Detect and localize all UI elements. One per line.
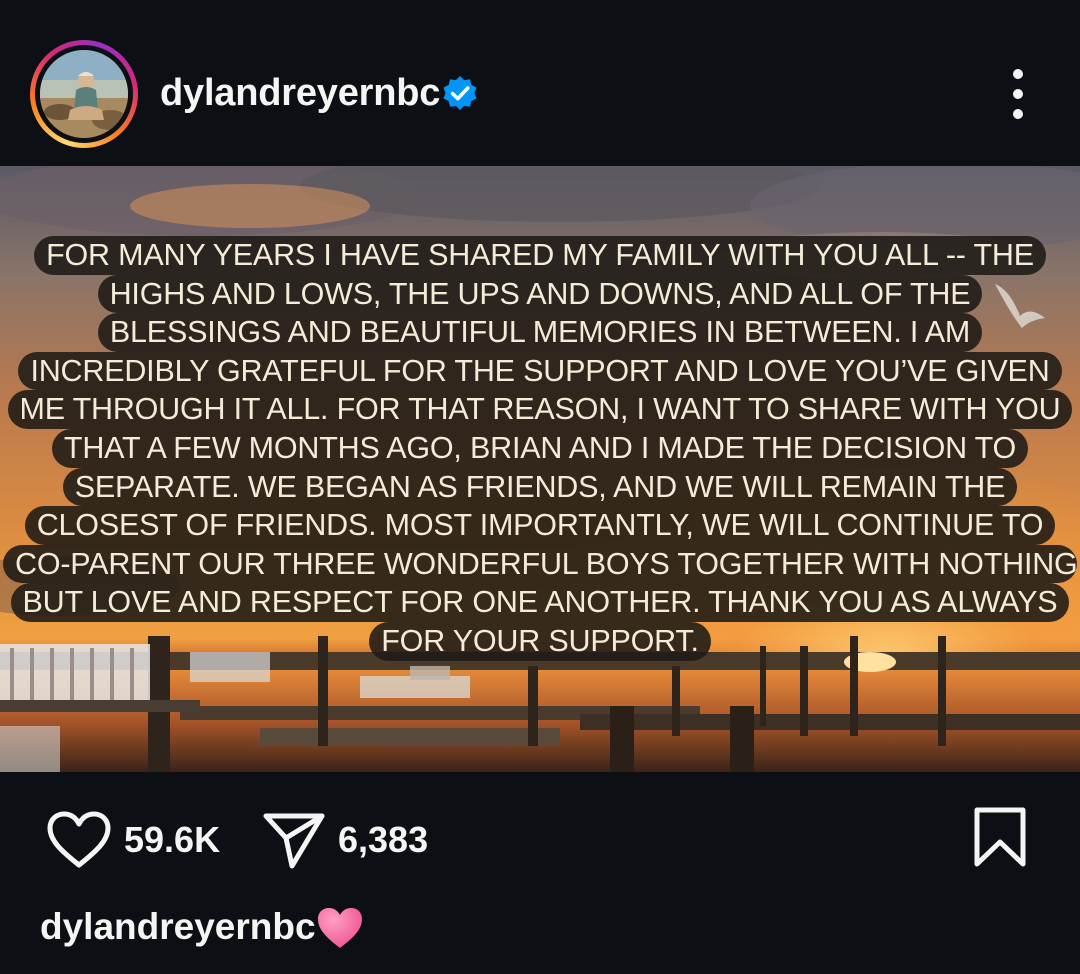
story-text-line: FOR YOUR SUPPORT. — [369, 621, 711, 661]
post-image[interactable]: FOR MANY YEARS I HAVE SHARED MY FAMILY W… — [0, 166, 1080, 772]
story-text-line: HIGHS AND LOWS, THE UPS AND DOWNS, AND A… — [97, 274, 983, 314]
post-action-bar: 59.6K 6,383 — [0, 772, 1080, 912]
story-text-line: ME THROUGH IT ALL. FOR THAT REASON, I WA… — [7, 390, 1073, 429]
post-header: dylandreyernbc — [0, 0, 1080, 166]
bookmark-icon[interactable] — [970, 806, 1030, 870]
like-heart-icon[interactable] — [46, 810, 112, 870]
story-text-line: BUT LOVE AND RESPECT FOR ONE ANOTHER. TH… — [10, 583, 1070, 622]
post-username[interactable]: dylandreyernbc — [160, 68, 440, 118]
story-text-line: CLOSEST OF FRIENDS. MOST IMPORTANTLY, WE… — [24, 506, 1056, 545]
avatar-photo-icon — [40, 50, 128, 138]
shares-count[interactable]: 6,383 — [338, 816, 428, 864]
verified-badge-icon — [443, 76, 477, 110]
avatar-story-ring[interactable] — [30, 40, 138, 148]
share-paper-plane-icon[interactable] — [262, 810, 326, 870]
story-text-line: INCREDIBLY GRATEFUL FOR THE SUPPORT AND … — [18, 351, 1062, 391]
more-options-icon[interactable] — [996, 66, 1040, 122]
story-text-line: BLESSINGS AND BEAUTIFUL MEMORIES IN BETW… — [97, 313, 983, 352]
caption-username[interactable]: dylandreyernbc — [40, 902, 316, 952]
pink-heart-emoji-icon — [318, 908, 362, 948]
story-text-line: SEPARATE. WE BEGAN AS FRIENDS, AND WE WI… — [62, 467, 1018, 507]
story-text-line: CO-PARENT OUR THREE WONDERFUL BOYS TOGET… — [3, 544, 1078, 584]
story-text-block: FOR MANY YEARS I HAVE SHARED MY FAMILY W… — [0, 236, 1080, 661]
likes-count[interactable]: 59.6K — [124, 816, 220, 864]
story-text-line: FOR MANY YEARS I HAVE SHARED MY FAMILY W… — [34, 236, 1046, 275]
story-text-line: THAT A FEW MONTHS AGO, BRIAN AND I MADE … — [51, 428, 1029, 468]
avatar[interactable] — [40, 50, 128, 138]
